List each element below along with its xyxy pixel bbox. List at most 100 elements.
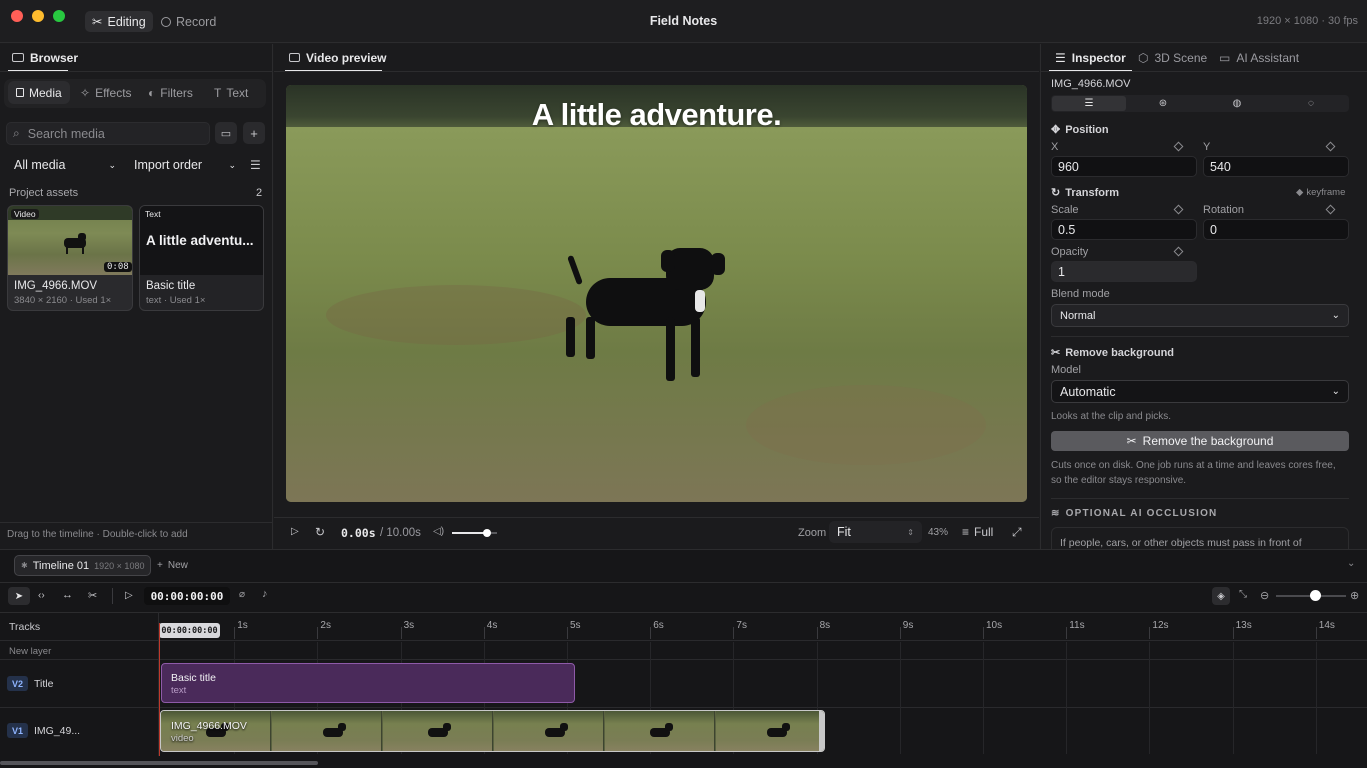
collapse-chevron-icon[interactable]: ⌄ xyxy=(1347,558,1355,569)
ruler-tick-label: 9s xyxy=(902,620,914,631)
dog-head xyxy=(338,723,346,731)
search-input[interactable]: ⌕ Search media xyxy=(6,122,210,145)
rotate-icon: ↻ xyxy=(1051,187,1061,199)
window-title: Field Notes xyxy=(649,14,718,28)
trim-tool-button[interactable]: ‹› xyxy=(38,590,45,601)
asset-card-text[interactable]: Text A little adventu... Basic title tex… xyxy=(139,205,264,311)
volume-slider[interactable] xyxy=(452,529,497,537)
x-input[interactable]: 960 xyxy=(1051,156,1197,177)
full-quality-button[interactable]: ≡ Full xyxy=(962,525,993,539)
title-overlay[interactable]: A little adventure. xyxy=(286,97,1027,133)
ruler-tick xyxy=(1066,627,1068,639)
fullscreen-button[interactable]: ⤢ xyxy=(1012,525,1022,540)
motion-subtab[interactable]: ◌ xyxy=(1274,96,1348,111)
model-select[interactable]: Automatic ⌄ xyxy=(1051,380,1349,403)
clip-trim-handle[interactable] xyxy=(819,711,824,751)
loop-button[interactable]: ↻ xyxy=(315,525,325,539)
title-clip[interactable]: Basic title text xyxy=(161,663,575,703)
ruler-tick xyxy=(983,627,984,639)
arrows-horizontal-icon: ↔ xyxy=(62,589,73,601)
inspector-panel: ☰ Inspector ⬡ 3D Scene ▭ AI Assistant IMG_4… xyxy=(1040,44,1367,549)
tab-ai-assistant[interactable]: ▭ AI Assistant xyxy=(1219,44,1299,71)
rotation-input[interactable]: 0 xyxy=(1203,219,1349,240)
ruler-tick xyxy=(1315,627,1317,639)
sort-select[interactable]: Import order ⌄ xyxy=(126,154,244,176)
color-subtab[interactable]: ◍ xyxy=(1200,96,1274,111)
ruler-tick-label: 14s xyxy=(1318,620,1335,631)
zoom-label: Zoom xyxy=(798,527,827,539)
keyframe-hint: ◆ keyframe xyxy=(1296,187,1346,198)
zoom-select[interactable]: Fit ⇕ xyxy=(829,521,922,543)
zoom-in-button[interactable]: ⊕ xyxy=(1350,589,1359,602)
asset-duration: 0:08 xyxy=(104,262,132,272)
timeline-tab[interactable]: ✱ Timeline 01 1920 × 1080 xyxy=(14,555,152,576)
remove-background-button[interactable]: ✂ Remove the background xyxy=(1051,431,1349,451)
zoom-out-button[interactable]: ⊖ xyxy=(1260,589,1269,602)
tab-inspector[interactable]: ☰ Inspector xyxy=(1055,44,1126,71)
zoom-in-icon: ⊕ xyxy=(1350,590,1360,602)
occlusion-section[interactable]: ≋ OPTIONAL AI OCCLUSION xyxy=(1051,508,1217,519)
keyframe-rotation-icon[interactable] xyxy=(1325,204,1336,215)
blade-tool-button[interactable]: ✂ xyxy=(88,589,97,602)
blend-mode-select[interactable]: Normal ⌄ xyxy=(1051,304,1349,327)
tab-effects[interactable]: ✧ Effects xyxy=(72,81,140,104)
snap-button[interactable]: ◈ xyxy=(1212,587,1230,605)
asset-detail: 3840 × 2160 · Used 1× xyxy=(14,295,112,306)
ruler-tick xyxy=(234,627,236,639)
fit-timeline-button[interactable]: ⤡ xyxy=(1239,589,1247,600)
import-folder-button[interactable]: ▭ xyxy=(215,122,237,144)
keyframe-opacity-icon[interactable] xyxy=(1173,246,1184,257)
ruler-tick xyxy=(1232,627,1234,639)
marker-button[interactable]: ⌀ xyxy=(239,589,245,600)
opacity-input[interactable]: 1 xyxy=(1051,261,1197,282)
keyframe-scale-icon[interactable] xyxy=(1173,204,1184,215)
y-input[interactable]: 540 xyxy=(1203,156,1349,177)
ruler-tick-label: 12s xyxy=(1152,620,1169,631)
grid-line xyxy=(1315,642,1317,754)
playhead-label[interactable]: 00:00:00:00 xyxy=(159,623,220,638)
tab-3d-scene[interactable]: ⬡ 3D Scene xyxy=(1138,44,1207,71)
new-layer-label[interactable]: New layer xyxy=(9,646,51,657)
tab-filters[interactable]: ◐ Filters xyxy=(140,81,201,104)
chevron-down-icon: ⌄ xyxy=(1331,310,1340,321)
tab-text[interactable]: T Text xyxy=(206,81,256,104)
volume-icon[interactable]: ◁) xyxy=(433,526,444,537)
list-view-icon[interactable]: ☰ xyxy=(250,158,261,172)
timecode-display[interactable]: 00:00:00:00 xyxy=(144,587,230,605)
preview-panel: Video preview A little adventure. ▷ ↻ 0.… xyxy=(274,44,1039,549)
assets-label: Project assets xyxy=(9,187,79,199)
total-time: / 10.00s xyxy=(380,527,421,539)
chevron-down-icon: ⌄ xyxy=(1331,386,1340,397)
scale-label: Scale xyxy=(1051,204,1079,216)
tab-media[interactable]: Media xyxy=(8,81,70,104)
record-voice-button[interactable]: ♪ xyxy=(262,588,268,600)
ruler-tick-label: 6s xyxy=(653,620,664,631)
y-label: Y xyxy=(1203,141,1211,153)
keyframe-y-icon[interactable] xyxy=(1325,141,1336,152)
timeline-play-button[interactable]: ▷ xyxy=(125,590,133,601)
ruler-tick xyxy=(650,627,652,639)
browser-hint: Drag to the timeline · Double-click to a… xyxy=(7,529,188,540)
asset-name: Basic title xyxy=(146,280,196,292)
filter-icon: ◐ xyxy=(148,85,156,100)
effects-subtab[interactable]: ⊛ xyxy=(1126,96,1200,111)
slip-tool-button[interactable]: ↔ xyxy=(62,589,73,601)
timeline-scrollbar[interactable] xyxy=(0,761,318,765)
video-canvas[interactable]: A little adventure. xyxy=(286,85,1027,502)
remove-background-section: ✂ Remove background xyxy=(1051,346,1175,360)
playhead[interactable] xyxy=(159,623,160,756)
media-filter-select[interactable]: All media ⌄ xyxy=(6,154,124,176)
video-clip[interactable]: IMG_4966.MOV video xyxy=(160,710,825,752)
keyframe-x-icon[interactable] xyxy=(1173,141,1184,152)
play-button[interactable]: ▷ xyxy=(291,526,299,537)
sparkles-icon: ✧ xyxy=(80,85,91,100)
timeline-zoom-slider[interactable] xyxy=(1276,590,1346,601)
properties-subtab[interactable]: ☰ xyxy=(1052,96,1126,111)
select-tool-button[interactable]: ➤ xyxy=(8,587,30,605)
new-timeline-button[interactable]: + New xyxy=(157,560,188,571)
scale-input[interactable]: 0.5 xyxy=(1051,219,1197,240)
asset-badge: Video xyxy=(11,209,39,219)
asset-card-video[interactable]: Video 0:08 IMG_4966.MOV 3840 × 2160 · Us… xyxy=(7,205,133,311)
grid-line xyxy=(1066,642,1068,754)
add-media-button[interactable]: + xyxy=(243,122,265,144)
